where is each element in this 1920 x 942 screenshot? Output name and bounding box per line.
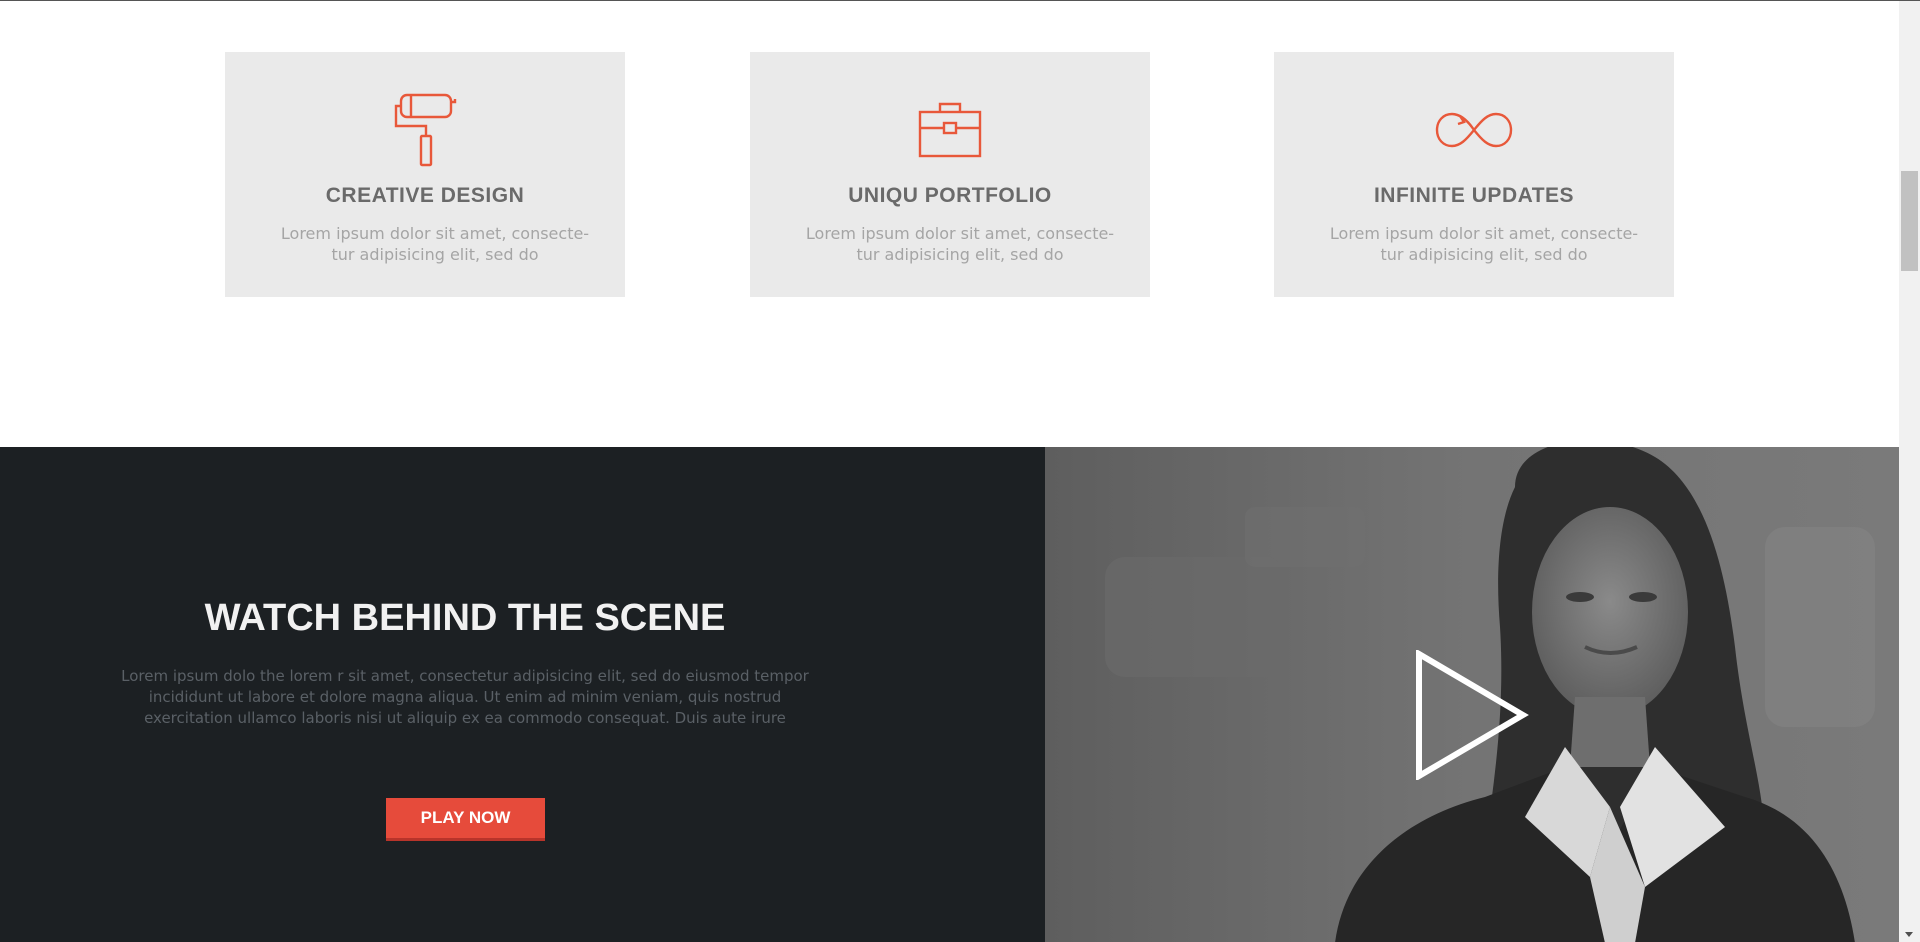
- page: CREATIVE DESIGN Lorem ipsum dolor sit am…: [0, 0, 1920, 942]
- behind-the-scene-section: WATCH BEHIND THE SCENE Lorem ipsum dolo …: [0, 447, 1045, 942]
- play-icon[interactable]: [1415, 650, 1530, 780]
- feature-title: INFINITE UPDATES: [1373, 184, 1575, 207]
- paint-roller-icon: [225, 90, 625, 170]
- infinity-icon: [1274, 90, 1674, 170]
- vertical-scrollbar[interactable]: [1899, 1, 1920, 942]
- feature-title: UNIQU PORTFOLIO: [848, 184, 1052, 207]
- video-thumbnail[interactable]: [1045, 447, 1899, 942]
- scrollbar-thumb[interactable]: [1901, 171, 1918, 271]
- scroll-down-arrow-icon[interactable]: [1905, 932, 1913, 937]
- feature-title: CREATIVE DESIGN: [325, 184, 525, 207]
- feature-card-creative-design: CREATIVE DESIGN Lorem ipsum dolor sit am…: [225, 52, 625, 297]
- feature-card-infinite-updates: INFINITE UPDATES Lorem ipsum dolor sit a…: [1274, 52, 1674, 297]
- section-title: WATCH BEHIND THE SCENE: [204, 597, 726, 639]
- feature-description: Lorem ipsum dolor sit amet, consecte- tu…: [805, 224, 1115, 264]
- feature-description: Lorem ipsum dolor sit amet, consecte- tu…: [280, 224, 590, 264]
- section-description: Lorem ipsum dolo the lorem r sit amet, c…: [121, 667, 809, 727]
- feature-description: Lorem ipsum dolor sit amet, consecte- tu…: [1329, 224, 1639, 264]
- feature-card-uniqu-portfolio: UNIQU PORTFOLIO Lorem ipsum dolor sit am…: [750, 52, 1150, 297]
- play-now-button[interactable]: PLAY NOW: [386, 798, 545, 841]
- briefcase-icon: [750, 90, 1150, 170]
